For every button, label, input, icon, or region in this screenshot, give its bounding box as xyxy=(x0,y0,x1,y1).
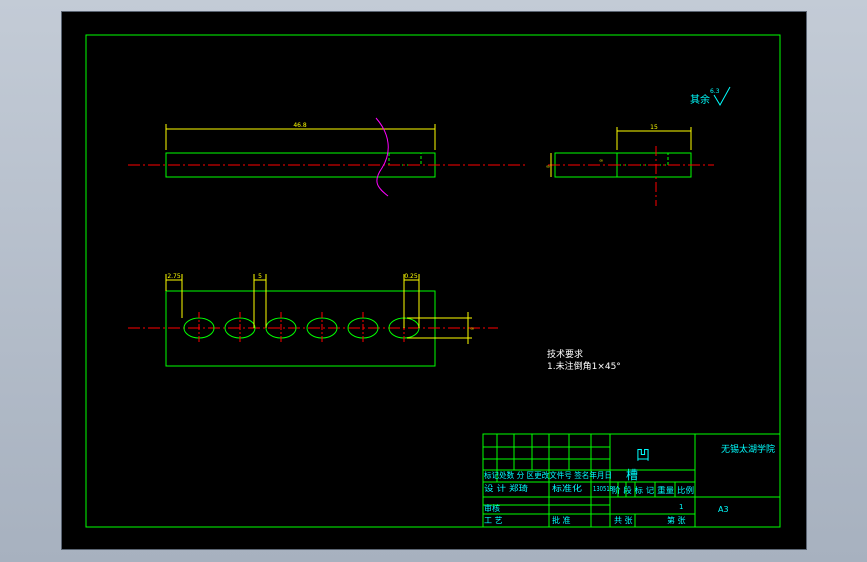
part-name: 凹 xyxy=(636,448,650,464)
dim-height-text: ∞ xyxy=(546,164,550,170)
dim-gap-text: 5 xyxy=(258,273,262,280)
dim-width-text: 15 xyxy=(650,124,658,131)
drawing-viewport[interactable]: 46.8 15 ∞ ∞ 其余 6.3 2.75 5 0.25 ∞ 技术要求 1.… xyxy=(62,12,806,549)
side-view: 15 ∞ ∞ xyxy=(546,124,714,206)
tb-stage-header: 阶 段 标 记 重量 比例 xyxy=(612,485,694,495)
break-line xyxy=(375,117,389,197)
sheet-border xyxy=(85,34,781,528)
school-name: 无锡太湖学院 xyxy=(721,443,775,455)
dim-right-text: 0.25 xyxy=(404,273,418,280)
front-view: 2.75 5 0.25 ∞ xyxy=(128,273,498,367)
dim-small-text: ∞ xyxy=(599,158,603,164)
roughness-value: 6.3 xyxy=(710,88,720,95)
roughness-note: 其余 6.3 xyxy=(690,86,731,106)
tb-check: 审核 xyxy=(484,503,500,513)
dim-left-text: 2.75 xyxy=(167,273,181,280)
tb-sheet-total: 共 张 xyxy=(614,516,633,525)
cad-drawing: 46.8 15 ∞ ∞ 其余 6.3 2.75 5 0.25 ∞ 技术要求 1.… xyxy=(85,34,781,528)
tb-scale: 1 xyxy=(679,503,683,511)
top-view-hidden-slot xyxy=(388,152,422,166)
technical-notes: 技术要求 1.未注倒角1×45° xyxy=(547,348,621,372)
notes-line1: 1.未注倒角1×45° xyxy=(547,360,621,372)
part-name-2: 槽 xyxy=(626,468,638,482)
title-block-text: 凹 槽 无锡太湖学院 A3 标记处数 分 区更改文件号 签名年月日 设 计 郑琦… xyxy=(484,443,775,525)
roughness-label: 其余 xyxy=(690,93,710,106)
tb-code: 130518 xyxy=(593,485,613,493)
side-view-hidden xyxy=(616,152,669,166)
tb-approve: 批 准 xyxy=(552,515,571,525)
tb-process: 工 艺 xyxy=(484,516,503,525)
tb-designer: 设 计 郑琦 xyxy=(484,483,528,493)
tb-sheet-num: 第 张 xyxy=(667,515,686,525)
tb-standard-label: 标准化 xyxy=(552,483,582,493)
dim-vertical-text: ∞ xyxy=(470,326,474,332)
top-view: 46.8 xyxy=(128,117,528,197)
paper-size: A3 xyxy=(718,505,729,514)
notes-title: 技术要求 xyxy=(547,348,583,360)
dim-length-text: 46.8 xyxy=(293,122,307,129)
tb-row-headers: 标记处数 分 区更改文件号 签名年月日 xyxy=(484,470,612,480)
